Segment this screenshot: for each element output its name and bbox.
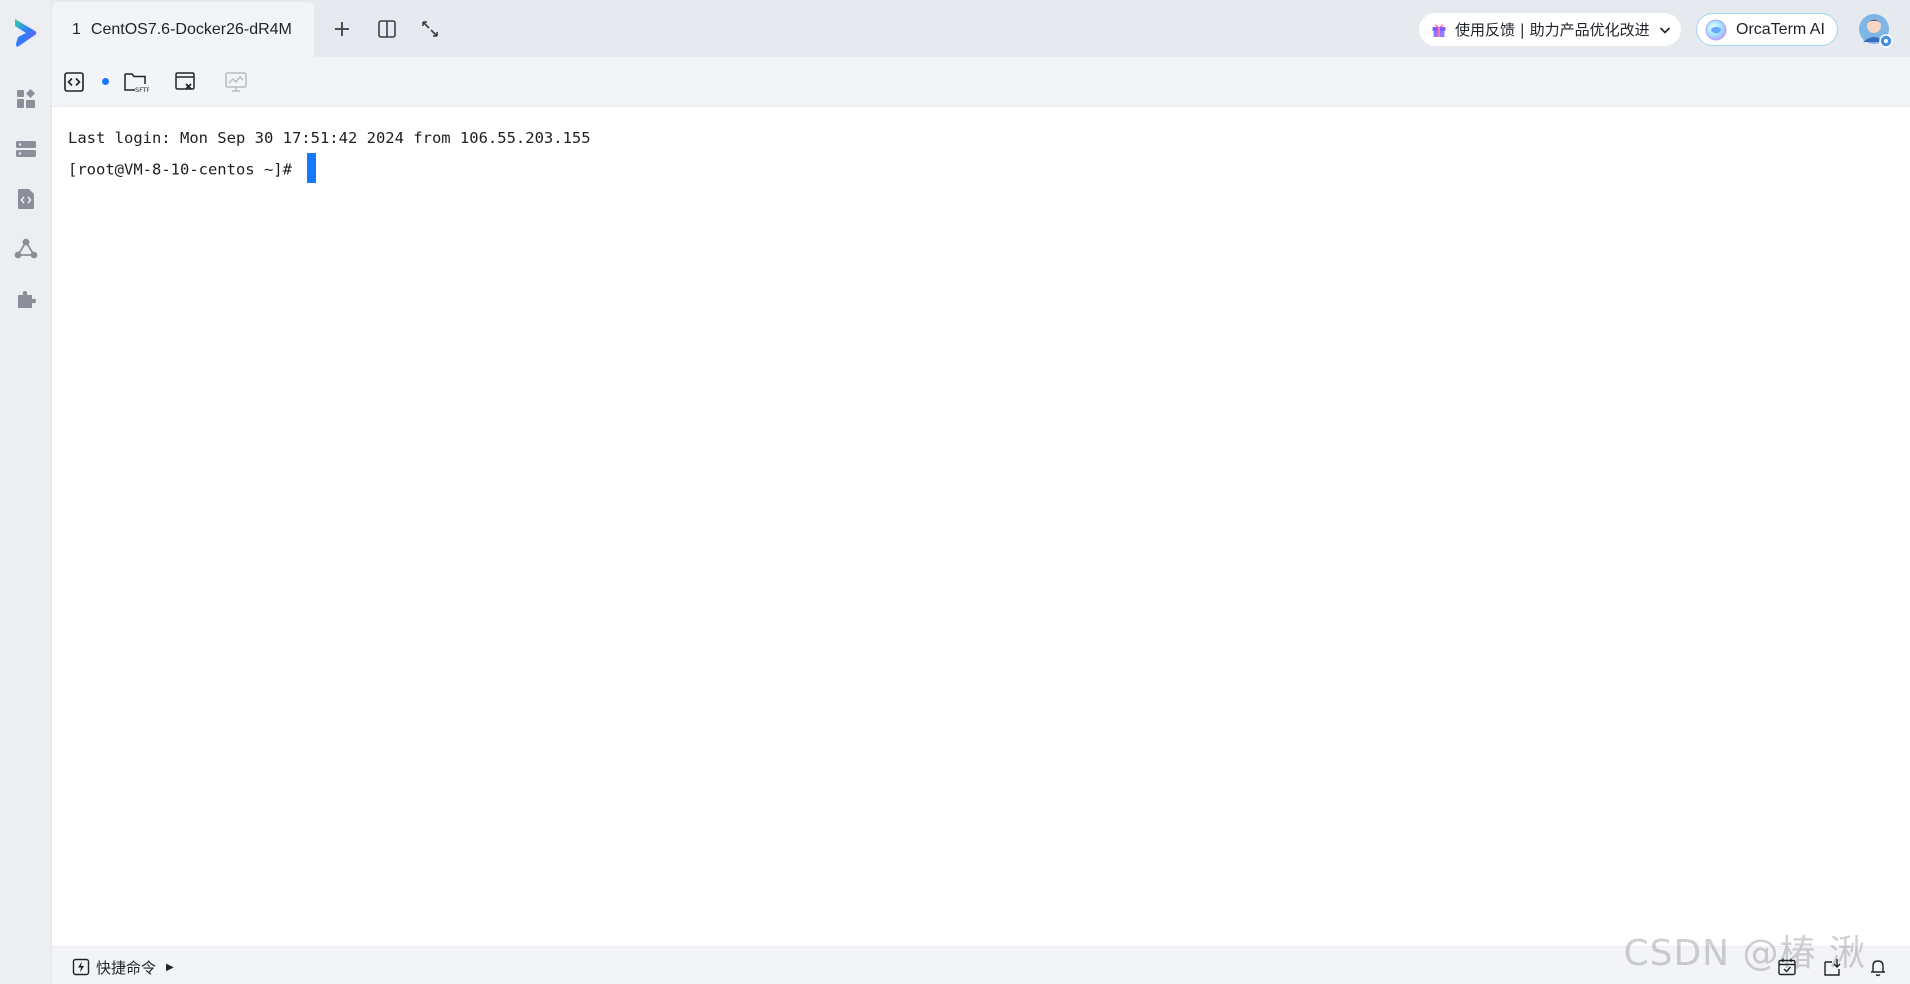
dashboard-icon[interactable] xyxy=(13,86,39,112)
terminal-line: Last login: Mon Sep 30 17:51:42 2024 fro… xyxy=(68,129,591,147)
server-list-icon[interactable] xyxy=(13,136,39,162)
chevron-down-icon xyxy=(1658,23,1672,37)
file-edit-icon[interactable] xyxy=(172,68,200,96)
session-toolbar: SFTP xyxy=(52,57,1910,107)
terminal-prompt-line: [root@VM-8-10-centos ~]# xyxy=(68,153,317,185)
sftp-label: SFTP xyxy=(135,86,149,94)
quick-commands-button[interactable]: 快捷命令 ▶ xyxy=(72,956,174,978)
tab-bar: 1 CentOS7.6-Docker26-dR4M 使用反馈 | 助力产品优化改… xyxy=(52,0,1910,57)
expand-icon[interactable] xyxy=(415,14,445,44)
terminal-cursor xyxy=(307,153,317,183)
tab-label: CentOS7.6-Docker26-dR4M xyxy=(90,20,292,38)
ai-orb-icon xyxy=(1705,19,1727,41)
caret-right-icon: ▶ xyxy=(166,961,174,973)
left-sidebar xyxy=(0,0,52,984)
lightning-icon xyxy=(72,958,90,976)
active-status-dot xyxy=(102,78,109,85)
add-tab-icon[interactable] xyxy=(327,14,357,44)
sftp-folder-icon[interactable]: SFTP xyxy=(122,68,150,96)
app-window: 1 CentOS7.6-Docker26-dR4M 使用反馈 | 助力产品优化改… xyxy=(0,0,1910,984)
user-avatar[interactable] xyxy=(1857,12,1893,48)
orcaterm-ai-button[interactable]: OrcaTerm AI xyxy=(1696,13,1838,46)
feedback-button[interactable]: 使用反馈 | 助力产品优化改进 xyxy=(1419,13,1681,46)
quick-commands-label: 快捷命令 xyxy=(96,958,157,977)
bell-icon[interactable] xyxy=(1866,955,1890,979)
gift-icon xyxy=(1431,22,1447,38)
terminal-prompt: [root@VM-8-10-centos ~]# xyxy=(68,160,302,179)
download-box-icon[interactable] xyxy=(1821,955,1845,979)
split-view-icon[interactable] xyxy=(372,14,402,44)
calendar-check-icon[interactable] xyxy=(1775,955,1799,979)
monitor-chart-icon[interactable] xyxy=(222,68,250,96)
feedback-label: 使用反馈 | 助力产品优化改进 xyxy=(1455,21,1650,39)
terminal-output[interactable]: Last login: Mon Sep 30 17:51:42 2024 fro… xyxy=(52,107,1910,946)
terminal-code-icon[interactable] xyxy=(60,68,88,96)
app-logo[interactable] xyxy=(11,16,41,50)
tab-session[interactable]: 1 CentOS7.6-Docker26-dR4M xyxy=(52,2,314,57)
tab-number: 1 xyxy=(72,20,81,38)
network-nodes-icon[interactable] xyxy=(13,236,39,262)
code-file-icon[interactable] xyxy=(13,186,39,212)
plugin-icon[interactable] xyxy=(13,286,39,312)
bottom-bar: 快捷命令 ▶ CSDN @椿 湫 xyxy=(52,933,1910,984)
orcaterm-ai-label: OrcaTerm AI xyxy=(1736,20,1825,38)
